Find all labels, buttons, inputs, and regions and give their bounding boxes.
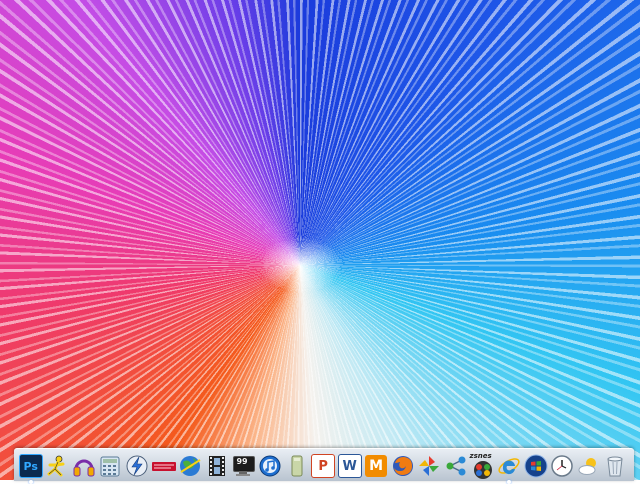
folder-icon — [291, 455, 303, 477]
dock: Ps 99 P W M zsnes — [18, 446, 629, 484]
windows-start-icon — [524, 454, 548, 478]
photoshop-icon: Ps — [18, 454, 43, 478]
film-strip-icon — [208, 456, 225, 476]
dock-item-itunes[interactable] — [257, 452, 283, 480]
dock-item-calculator[interactable] — [98, 452, 124, 480]
desktop-wallpaper — [0, 0, 640, 480]
dock-item-clock[interactable] — [550, 452, 576, 480]
monitor-icon: 99 — [231, 454, 256, 478]
dock-item-film[interactable] — [204, 452, 230, 480]
pinwheel-icon — [419, 456, 440, 476]
dock-item-zsnes[interactable]: zsnes — [470, 452, 496, 480]
dock-item-recycle-bin[interactable] — [603, 452, 629, 480]
dock-item-firefox[interactable] — [390, 452, 416, 480]
weather-icon — [578, 458, 596, 475]
dock-item-photoshop[interactable]: Ps — [18, 452, 44, 484]
dock-item-lightning[interactable] — [124, 452, 150, 480]
monitor-label: 99 — [236, 457, 248, 466]
aim-runner-icon — [47, 455, 65, 477]
headphones-icon — [73, 459, 95, 477]
calculator-icon — [100, 456, 120, 477]
dock-item-word[interactable]: W — [337, 452, 363, 480]
recycle-bin-icon — [607, 456, 623, 477]
dock-item-folder[interactable] — [284, 452, 310, 480]
network-icon — [446, 456, 466, 476]
banner-app-icon — [151, 462, 176, 471]
dock-item-globe[interactable] — [178, 452, 204, 480]
running-indicator — [28, 480, 33, 484]
internet-explorer-icon — [498, 458, 520, 475]
dock-item-network[interactable] — [443, 452, 469, 480]
m-app-icon: M — [365, 455, 388, 477]
dock-item-weather[interactable] — [576, 452, 602, 480]
globe-icon — [180, 456, 201, 476]
dock-item-powerpoint[interactable]: P — [310, 452, 336, 480]
dock-item-pinwheel[interactable] — [416, 452, 442, 480]
dock-item-internet-explorer[interactable] — [497, 452, 523, 484]
firefox-icon — [392, 456, 413, 476]
dock-item-aim[interactable] — [45, 452, 71, 480]
itunes-icon — [259, 455, 281, 477]
word-icon: W — [337, 454, 362, 478]
dock-item-headphones[interactable] — [71, 452, 97, 480]
dock-item-windows-start[interactable] — [523, 452, 549, 480]
zsnes-label: zsnes — [469, 452, 492, 460]
powerpoint-icon: P — [311, 454, 336, 478]
dock-item-m-app[interactable]: M — [363, 452, 389, 480]
zsnes-icon: zsnes — [470, 452, 496, 480]
dock-item-monitor[interactable]: 99 — [231, 452, 257, 480]
clock-icon — [551, 455, 574, 477]
lightning-icon — [126, 455, 148, 477]
running-indicator — [507, 480, 512, 484]
dock-item-banner-app[interactable] — [151, 452, 177, 480]
